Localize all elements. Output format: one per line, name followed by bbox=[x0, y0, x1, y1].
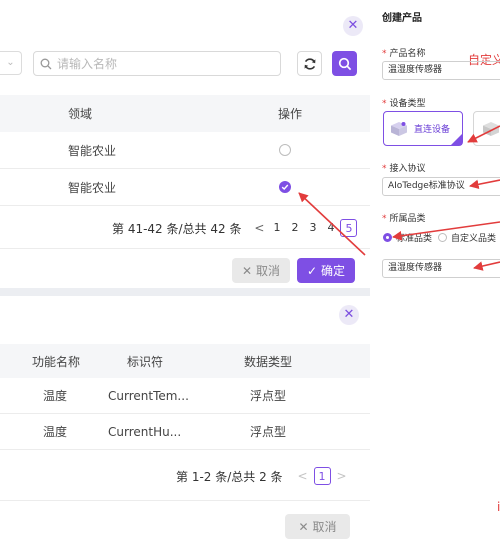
row-select-radio[interactable] bbox=[279, 144, 291, 156]
protocol-select[interactable]: AIoTedge标准协议 bbox=[382, 177, 500, 196]
table-row[interactable]: 温度 CurrentTem... 浮点型 bbox=[0, 378, 370, 414]
chevron-down-icon: ⌄ bbox=[6, 57, 15, 68]
cancel-button[interactable]: ✕ 取消 bbox=[285, 514, 350, 539]
search-box bbox=[33, 51, 281, 76]
product-name-label: * 产品名称 bbox=[382, 49, 426, 59]
product-table-header: 领域 操作 bbox=[0, 95, 370, 132]
create-product-drawer: 创建产品 * 产品名称 自定义 温湿度传感器 * 设备类型 直连设备 * 接入协议 A… bbox=[370, 0, 500, 550]
category-custom-radio[interactable]: 自定义品类 bbox=[438, 231, 496, 244]
device-type-gateway-card[interactable] bbox=[473, 111, 500, 146]
close-dialog-button[interactable]: ✕ bbox=[343, 16, 363, 36]
cancel-label: 取消 bbox=[256, 264, 281, 278]
refresh-icon bbox=[304, 57, 315, 70]
column-function-name: 功能名称 bbox=[32, 354, 81, 369]
category-standard-radio[interactable]: 标准品类 bbox=[383, 231, 432, 244]
device-type-direct-card[interactable]: 直连设备 bbox=[383, 111, 463, 146]
device-cube-icon bbox=[391, 121, 407, 136]
table-row[interactable]: 智能农业 bbox=[0, 132, 370, 169]
product-name-input[interactable]: 温湿度传感器 bbox=[382, 61, 500, 80]
search-button[interactable] bbox=[332, 51, 357, 76]
close-icon: ✕ bbox=[343, 307, 355, 322]
selected-corner-mark bbox=[451, 134, 462, 145]
search-icon bbox=[40, 58, 52, 69]
page-1-button[interactable]: 1 bbox=[313, 467, 331, 485]
category-label: * 所属品类 bbox=[382, 214, 426, 224]
page-2-button[interactable]: 2 bbox=[286, 219, 303, 237]
row-data-type: 浮点型 bbox=[250, 425, 287, 439]
product-pagination: 第 41-42 条/总共 42 条 < 1 2 3 4 5 bbox=[112, 218, 358, 238]
footer-divider bbox=[0, 248, 370, 249]
row-domain: 智能农业 bbox=[68, 143, 117, 158]
column-domain: 领域 bbox=[68, 107, 93, 121]
drawer-title: 创建产品 bbox=[382, 13, 422, 24]
check-icon bbox=[281, 184, 289, 190]
radio-dot-checked bbox=[383, 233, 392, 242]
cancel-label: 取消 bbox=[312, 520, 337, 534]
page-3-button[interactable]: 3 bbox=[304, 219, 321, 237]
footer-divider bbox=[0, 500, 370, 501]
function-list-dialog: ✕ 功能名称 标识符 数据类型 温度 CurrentTem... 浮点型 温度 … bbox=[0, 296, 370, 550]
check-icon: ✓ bbox=[306, 263, 318, 278]
row-identifier: CurrentTem... bbox=[108, 388, 189, 403]
protocol-label: * 接入协议 bbox=[382, 164, 426, 174]
next-page-button[interactable]: > bbox=[334, 469, 350, 483]
prev-page-button[interactable]: < bbox=[295, 469, 311, 483]
search-input[interactable] bbox=[57, 56, 257, 71]
confirm-button[interactable]: ✓ 确定 bbox=[297, 258, 355, 283]
gateway-cube-icon bbox=[483, 122, 499, 136]
row-select-radio-checked[interactable] bbox=[279, 181, 291, 193]
device-type-label: * 设备类型 bbox=[382, 99, 426, 109]
confirm-label: 确定 bbox=[321, 264, 346, 278]
column-data-type: 数据类型 bbox=[244, 354, 293, 369]
row-function-name: 温度 bbox=[43, 425, 68, 439]
close-icon: ✕ bbox=[298, 519, 309, 534]
page-5-button[interactable]: 5 bbox=[340, 219, 358, 237]
function-table-header: 功能名称 标识符 数据类型 bbox=[0, 344, 370, 378]
pagination-summary: 第 1-2 条/总共 2 条 bbox=[176, 469, 283, 484]
row-function-name: 温度 bbox=[43, 389, 68, 403]
refresh-button[interactable] bbox=[297, 51, 322, 76]
page-4-button[interactable]: 4 bbox=[322, 219, 339, 237]
function-pagination: 第 1-2 条/总共 2 条 < 1 > bbox=[176, 466, 350, 486]
product-select-dialog: ✕ ⌄ 领域 操作 智能农业 智能农业 bbox=[0, 0, 370, 288]
row-data-type: 浮点型 bbox=[250, 389, 287, 403]
close-icon: ✕ bbox=[347, 18, 359, 33]
prev-page-button[interactable]: < bbox=[251, 221, 267, 235]
pagination-summary: 第 41-42 条/总共 42 条 bbox=[112, 221, 242, 236]
search-icon bbox=[338, 57, 351, 70]
close-icon: ✕ bbox=[241, 263, 253, 278]
device-type-selected: 直连设备 bbox=[414, 125, 451, 135]
cancel-button[interactable]: ✕ 取消 bbox=[232, 258, 290, 283]
row-identifier: CurrentHu... bbox=[108, 424, 182, 439]
column-action: 操作 bbox=[278, 107, 303, 121]
close-dialog-button[interactable]: ✕ bbox=[339, 305, 359, 325]
filter-select[interactable]: ⌄ bbox=[0, 51, 22, 75]
table-row[interactable]: 智能农业 bbox=[0, 169, 370, 206]
category-select[interactable]: 温湿度传感器 bbox=[382, 259, 500, 278]
table-row[interactable]: 温度 CurrentHu... 浮点型 bbox=[0, 414, 370, 450]
radio-dot bbox=[438, 233, 447, 242]
page-1-button[interactable]: 1 bbox=[268, 219, 285, 237]
column-identifier: 标识符 bbox=[127, 354, 164, 369]
row-domain: 智能农业 bbox=[68, 180, 117, 195]
